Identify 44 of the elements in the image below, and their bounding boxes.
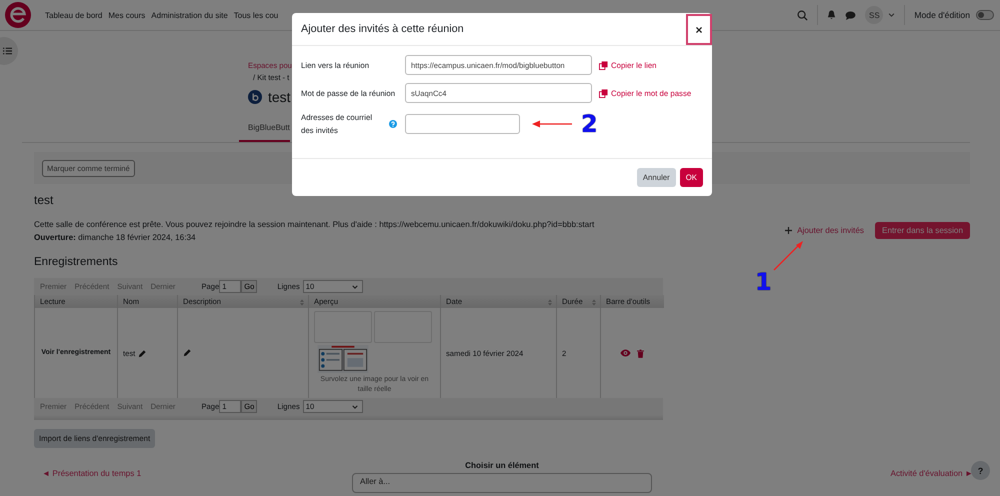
arrow bbox=[532, 120, 572, 128]
room-description: Cette salle de conférence est prête. Vous pouvez rejoindre la session maintenant. Plus d'aide : https://webcemu.unicaen.fr/dokuwiki/doku.php?id=bbb:start bbox=[34, 219, 594, 231]
opening-time: Ouverture: dimanche 18 février 2024, 16:34 bbox=[34, 232, 197, 244]
section-title: Enregistrements bbox=[34, 256, 119, 268]
dialog-title: Ajouter des invités à cette réunion bbox=[301, 23, 464, 35]
step-number: 2 bbox=[581, 112, 598, 136]
jump-select[interactable]: Aller à... bbox=[352, 473, 652, 493]
module-icon bbox=[248, 90, 262, 104]
step-number: 1 bbox=[755, 270, 773, 294]
caret-icon bbox=[352, 284, 358, 288]
list-icon bbox=[3, 47, 12, 55]
help-icon[interactable] bbox=[389, 120, 397, 128]
caret-icon bbox=[352, 404, 358, 408]
next-activity-link[interactable]: Activité d'évaluation ► bbox=[890, 460, 973, 493]
copy-icon bbox=[599, 60, 608, 70]
pencil-icon[interactable] bbox=[183, 348, 192, 356]
tab[interactable]: BigBlueButt bbox=[239, 118, 290, 142]
pencil-icon[interactable] bbox=[138, 348, 148, 358]
search-icon[interactable] bbox=[797, 10, 808, 20]
help-button[interactable]: ? bbox=[971, 461, 990, 480]
chat-icon[interactable] bbox=[845, 10, 856, 20]
edit-mode-label: Mode d'édition bbox=[914, 10, 970, 20]
nav-link[interactable]: Mes cours bbox=[108, 10, 146, 20]
bell-icon[interactable] bbox=[827, 10, 836, 20]
input-field[interactable] bbox=[405, 114, 520, 134]
nav-link[interactable]: Tous les cou bbox=[234, 10, 278, 20]
nav-link[interactable]: Administration du site bbox=[151, 10, 228, 20]
copy-icon bbox=[599, 88, 608, 98]
user-avatar[interactable]: SS bbox=[865, 6, 884, 24]
previous-activity-link[interactable]: ◄ Présentation du temps 1 bbox=[34, 460, 142, 493]
nav-link[interactable]: Tableau de bord bbox=[45, 10, 102, 20]
jump-label: Choisir un élément bbox=[464, 460, 540, 472]
trash-icon[interactable] bbox=[637, 348, 644, 358]
page-title: test bbox=[268, 89, 291, 105]
arrow bbox=[772, 238, 806, 272]
logo-icon[interactable] bbox=[5, 2, 31, 28]
add-guests-link[interactable]: Ajouter des invités bbox=[785, 226, 864, 235]
close-button[interactable]: × bbox=[686, 14, 712, 45]
caret-icon[interactable] bbox=[888, 13, 896, 17]
edit-mode-toggle[interactable] bbox=[976, 10, 994, 20]
section-title: test bbox=[34, 194, 54, 206]
eye-icon[interactable] bbox=[620, 348, 632, 356]
plus-icon bbox=[785, 227, 792, 234]
join-session-button[interactable]: Entrer dans la session bbox=[874, 222, 970, 239]
